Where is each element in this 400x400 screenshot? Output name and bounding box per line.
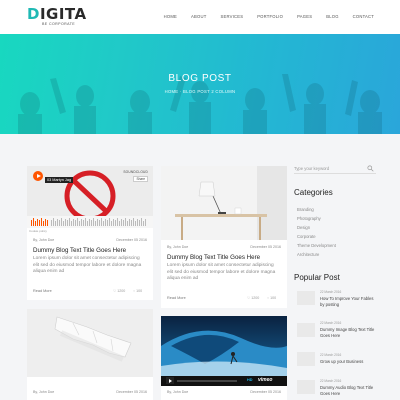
category-link[interactable]: Design: [297, 225, 310, 230]
search-field[interactable]: Type your keyword: [294, 165, 376, 174]
play-icon: [168, 378, 172, 383]
popular-post-heading: Popular Post: [294, 273, 340, 282]
page-title: BLOG POST: [168, 73, 232, 84]
comment-icon: ◌: [133, 289, 136, 293]
blog-post-card: By, John Doe December 05 2016: [27, 309, 153, 400]
post-image[interactable]: [27, 309, 153, 377]
nav-pages[interactable]: PAGES: [297, 14, 312, 19]
post-author[interactable]: By, John Doe: [33, 238, 54, 242]
nav-blog[interactable]: BLOG: [326, 14, 338, 19]
likes-count[interactable]: ♡ 1200: [113, 289, 125, 293]
heart-icon: ♡: [247, 296, 251, 300]
vimeo-logo[interactable]: vimeo: [258, 377, 272, 383]
post-image[interactable]: [161, 166, 287, 240]
blog-post-card: By, John Doe December 05 2016 Dummy Blog…: [161, 166, 287, 308]
popular-post-thumbnail[interactable]: [297, 291, 315, 305]
category-link[interactable]: Branding: [297, 207, 314, 212]
comment-icon: ◌: [267, 296, 270, 300]
read-more-link[interactable]: Read More: [167, 296, 186, 300]
category-link[interactable]: Architecture: [297, 252, 319, 257]
share-button[interactable]: Share: [133, 176, 148, 182]
hero-banner: BLOG POST HOME · BLOG POST 2 COLUMN: [0, 34, 400, 134]
comments-count[interactable]: ◌ 100: [133, 289, 142, 293]
blog-post-card: 03 Martyn Jag SOUNDCLOUD Share Cookie po…: [27, 166, 153, 300]
nav-contact[interactable]: CONTACT: [353, 14, 374, 19]
categories-heading: Categories: [294, 188, 333, 197]
main-nav: HOME ABOUT SERVICES PORTFOLIO PAGES BLOG…: [150, 14, 374, 19]
track-title: 03 Martyn Jag: [45, 177, 74, 183]
post-author[interactable]: By, John Doe: [167, 245, 188, 249]
popular-post-date: 22 March 2016: [320, 353, 342, 357]
crumpled-paper-image: [27, 309, 153, 377]
likes-value: 1200: [117, 289, 126, 293]
play-icon: [36, 173, 41, 178]
popular-post-title[interactable]: Dummy Image Blog Text Title Goes Here: [320, 327, 376, 338]
heart-icon: ♡: [113, 289, 117, 293]
likes-count[interactable]: ♡ 1200: [247, 296, 259, 300]
nav-about[interactable]: ABOUT: [191, 14, 206, 19]
popular-post-date: 22 March 2016: [320, 321, 342, 325]
category-link[interactable]: Photography: [297, 216, 321, 221]
post-author[interactable]: By, John Doe: [33, 390, 54, 394]
likes-value: 1200: [251, 296, 260, 300]
blog-post-card: HD vimeo By, John Doe December 05 2016: [161, 316, 287, 400]
video-progress-bar[interactable]: [177, 380, 237, 382]
post-author[interactable]: By, John Doe: [167, 390, 188, 394]
site-header: DIGITA BE CORPORATE HOME ABOUT SERVICES …: [0, 0, 400, 34]
popular-post-date: 22 March 2016: [320, 379, 342, 383]
logo-first-letter: D: [27, 5, 40, 23]
lamp-desk-image: [161, 166, 287, 240]
breadcrumb[interactable]: HOME · BLOG POST 2 COLUMN: [0, 89, 400, 94]
popular-post-thumbnail[interactable]: [297, 380, 315, 394]
search-input[interactable]: Type your keyword: [294, 166, 329, 171]
play-button[interactable]: [166, 377, 174, 384]
nav-services[interactable]: SERVICES: [220, 14, 243, 19]
post-date: December 05 2016: [116, 238, 147, 242]
popular-post-date: 22 March 2016: [320, 290, 342, 294]
post-title[interactable]: Dummy Blog Text Title Goes Here: [33, 247, 126, 254]
post-date: December 05 2016: [250, 245, 281, 249]
category-link[interactable]: Theme Development: [297, 243, 336, 248]
cookie-policy-link[interactable]: Cookie policy: [29, 229, 47, 233]
nav-portfolio[interactable]: PORTFOLIO: [257, 14, 283, 19]
comments-value: 100: [270, 296, 277, 300]
popular-post-thumbnail[interactable]: [297, 352, 315, 366]
post-date: December 05 2016: [116, 390, 147, 394]
logo-text: IGITA: [39, 5, 87, 23]
nav-home[interactable]: HOME: [164, 14, 177, 19]
play-button[interactable]: [33, 171, 43, 181]
post-date: December 05 2016: [250, 390, 281, 394]
popular-post-title[interactable]: Grow up your Business: [320, 359, 376, 365]
surfing-wave-image: [161, 316, 287, 386]
popular-post-title[interactable]: Dummy Audio Blog Text Title Goes Here: [320, 385, 376, 396]
soundcloud-label: SOUNDCLOUD: [123, 170, 148, 174]
popular-post-thumbnail[interactable]: [297, 323, 315, 337]
hd-badge[interactable]: HD: [247, 378, 252, 382]
post-excerpt: Lorem ipsum dolor sit amet consectetur a…: [33, 256, 142, 275]
popular-post-title[interactable]: How To Improve Your Fables by posting: [320, 296, 376, 307]
video-embed[interactable]: HD vimeo: [161, 316, 287, 386]
comments-count[interactable]: ◌ 100: [267, 296, 276, 300]
site-logo[interactable]: DIGITA BE CORPORATE: [27, 5, 87, 27]
post-title[interactable]: Dummy Blog Text Title Goes Here: [167, 254, 260, 261]
post-excerpt: Lorem ipsum dolor sit amet consectetur a…: [167, 263, 276, 282]
search-icon[interactable]: [367, 165, 374, 172]
soundcloud-embed[interactable]: 03 Martyn Jag SOUNDCLOUD Share Cookie po…: [27, 166, 153, 234]
read-more-link[interactable]: Read More: [33, 289, 52, 293]
comments-value: 100: [136, 289, 143, 293]
category-link[interactable]: Corporate: [297, 234, 316, 239]
